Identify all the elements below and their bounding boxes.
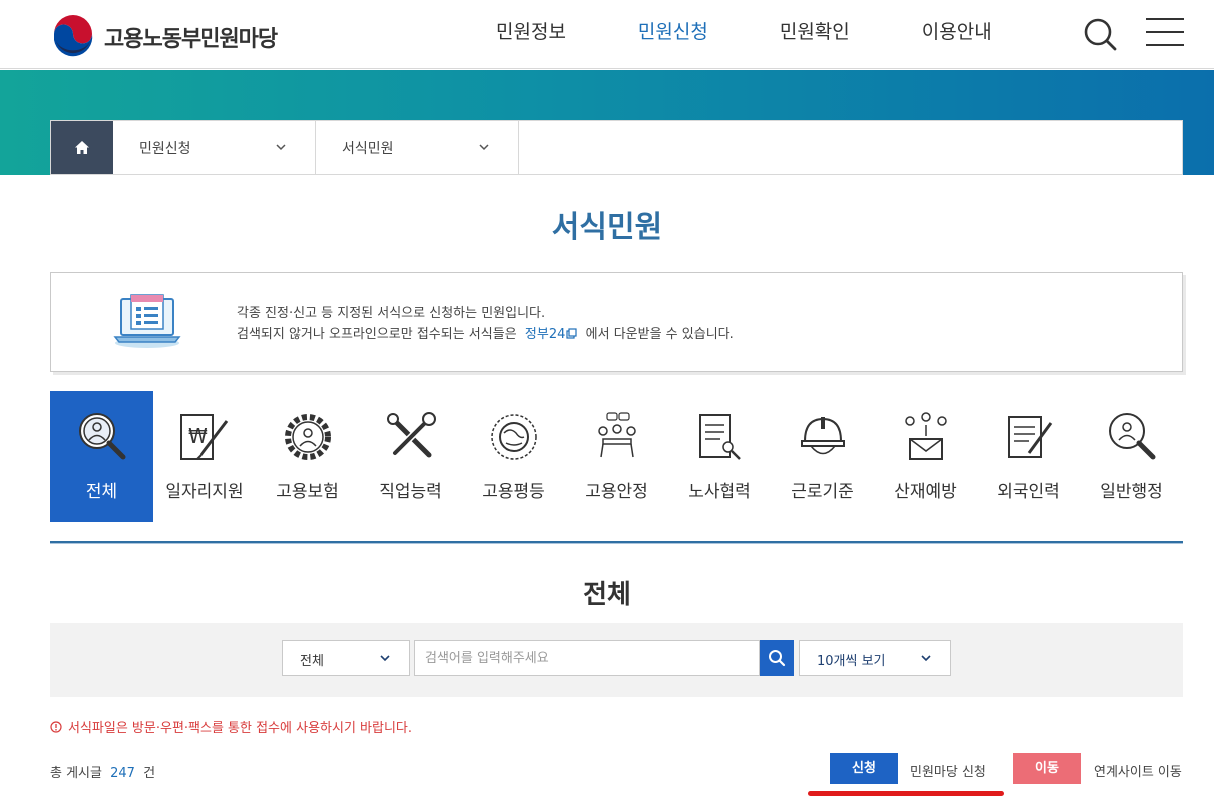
notice-message: 서식파일은 방문·우편·팩스를 통한 접수에 사용하시기 바랍니다. bbox=[50, 717, 412, 736]
gear-person-icon bbox=[285, 414, 331, 460]
chevron-down-icon bbox=[921, 655, 931, 662]
category-label: 고용안정 bbox=[585, 482, 648, 502]
breadcrumb: 민원신청 서식민원 bbox=[50, 120, 1183, 175]
search-icon[interactable] bbox=[1080, 14, 1120, 54]
gov24-link[interactable]: 정부24 bbox=[525, 327, 577, 342]
laptop-form-icon bbox=[113, 294, 181, 348]
category-label: 외국인력 bbox=[997, 482, 1060, 502]
meeting-icon bbox=[598, 412, 636, 458]
category-label: 산재예방 bbox=[894, 482, 957, 502]
form-pen-icon bbox=[1008, 416, 1053, 458]
category-tab-employment-insurance[interactable]: 고용보험 bbox=[256, 391, 359, 522]
nav-info[interactable]: 민원정보 bbox=[460, 0, 602, 68]
breadcrumb-level1-select[interactable]: 민원신청 bbox=[113, 121, 316, 174]
category-label: 근로기준 bbox=[791, 482, 854, 502]
gov24-link-label: 정부24 bbox=[524, 327, 566, 342]
document-pen-icon bbox=[699, 414, 741, 460]
logo-text: 고용노동부민원마당 bbox=[104, 27, 278, 52]
info-line-2-suffix: 에서 다운받을 수 있습니다. bbox=[585, 327, 734, 342]
category-label: 직업능력 bbox=[379, 482, 442, 502]
chevron-down-icon bbox=[479, 144, 489, 151]
search-scope-select[interactable]: 전체 bbox=[282, 640, 410, 676]
taegeuk-logo-icon bbox=[51, 15, 95, 59]
search-input[interactable] bbox=[414, 640, 760, 676]
section-divider bbox=[50, 541, 1183, 544]
category-label: 고용보험 bbox=[276, 482, 339, 502]
legend-move-desc: 연계사이트 이동 bbox=[1094, 765, 1182, 780]
legend-apply-desc: 민원마당 신청 bbox=[910, 765, 986, 780]
legend-move-badge: 이동 bbox=[1013, 753, 1081, 784]
page-size-select[interactable]: 10개씩 보기 bbox=[799, 640, 951, 676]
total-prefix: 총 게시글 bbox=[50, 766, 102, 781]
search-scope-value: 전체 bbox=[300, 654, 324, 669]
page-size-value: 10개씩 보기 bbox=[817, 654, 886, 669]
category-tab-labor-cooperation[interactable]: 노사협력 bbox=[668, 391, 771, 522]
search-area: 전체 10개씩 보기 bbox=[50, 623, 1183, 697]
alert-circle-icon bbox=[50, 720, 62, 733]
nav-check[interactable]: 민원확인 bbox=[744, 0, 886, 68]
breadcrumb-level1-label: 민원신청 bbox=[139, 141, 191, 157]
chevron-down-icon bbox=[276, 144, 286, 151]
legend-apply-badge: 신청 bbox=[830, 753, 898, 784]
info-line-2-prefix: 검색되지 않거나 오프라인으로만 접수되는 서식들은 bbox=[237, 327, 517, 342]
page-title: 서식민원 bbox=[551, 210, 663, 245]
total-count-value: 247 bbox=[110, 766, 135, 781]
category-tab-general-admin[interactable]: 일반행정 bbox=[1080, 391, 1183, 522]
site-header: 고용노동부민원마당 민원정보 민원신청 민원확인 이용안내 bbox=[0, 0, 1214, 69]
main-nav: 민원정보 민원신청 민원확인 이용안내 bbox=[460, 0, 1028, 68]
cycle-globe-icon bbox=[491, 414, 537, 460]
category-tab-job-support[interactable]: ₩ 일자리지원 bbox=[153, 391, 256, 522]
search-submit-button[interactable] bbox=[760, 640, 794, 676]
category-label: 일자리지원 bbox=[165, 482, 244, 502]
total-count: 총 게시글 247 건 bbox=[50, 762, 155, 781]
search-person-icon bbox=[79, 413, 126, 460]
svg-text:₩: ₩ bbox=[188, 424, 208, 448]
breadcrumb-level2-select[interactable]: 서식민원 bbox=[316, 121, 519, 174]
chevron-down-icon bbox=[380, 655, 390, 662]
hamburger-menu-icon[interactable] bbox=[1146, 18, 1184, 48]
nav-apply[interactable]: 민원신청 bbox=[602, 0, 744, 68]
category-label: 전체 bbox=[85, 482, 118, 502]
category-tab-employment-stability[interactable]: 고용안정 bbox=[565, 391, 668, 522]
tools-icon bbox=[387, 412, 436, 458]
helmet-icon bbox=[801, 417, 845, 455]
category-label: 고용평등 bbox=[482, 482, 545, 502]
magnifier-person-icon bbox=[1109, 413, 1156, 460]
total-suffix: 건 bbox=[143, 766, 156, 781]
category-tab-foreign-workforce[interactable]: 외국인력 bbox=[977, 391, 1080, 522]
home-icon bbox=[75, 141, 89, 154]
breadcrumb-level2-label: 서식민원 bbox=[342, 141, 394, 157]
info-line-1: 각종 진정·신고 등 지정된 서식으로 신청하는 민원입니다. bbox=[237, 306, 546, 321]
document-won-icon: ₩ bbox=[180, 414, 229, 460]
category-tabs: 전체 ₩ 일자리지원 고용보험 직업능력 고용평등 고용안정 노사협력 근로기준… bbox=[50, 391, 1183, 522]
highlight-underline bbox=[808, 791, 1004, 796]
info-line-2: 검색되지 않거나 오프라인으로만 접수되는 서식들은 정부24 에서 다운받을 … bbox=[237, 324, 734, 345]
category-tab-accident-prevention[interactable]: 산재예방 bbox=[874, 391, 977, 522]
search-icon bbox=[769, 650, 786, 667]
category-label: 노사협력 bbox=[688, 482, 751, 502]
notice-text: 서식파일은 방문·우편·팩스를 통한 접수에 사용하시기 바랍니다. bbox=[68, 721, 413, 736]
category-label: 일반행정 bbox=[1100, 482, 1163, 502]
nav-guide[interactable]: 이용안내 bbox=[886, 0, 1028, 68]
category-tab-all[interactable]: 전체 bbox=[50, 391, 153, 522]
site-logo[interactable]: 고용노동부민원마당 bbox=[50, 14, 278, 60]
section-title: 전체 bbox=[583, 580, 631, 610]
info-text: 각종 진정·신고 등 지정된 서식으로 신청하는 민원입니다. 검색되지 않거나… bbox=[237, 303, 734, 345]
category-tab-labor-standards[interactable]: 근로기준 bbox=[771, 391, 874, 522]
category-tab-employment-equality[interactable]: 고용평등 bbox=[462, 391, 565, 522]
breadcrumb-home[interactable] bbox=[51, 121, 113, 174]
category-tab-vocational-skill[interactable]: 직업능력 bbox=[359, 391, 462, 522]
external-link-icon bbox=[566, 328, 577, 339]
info-box: 각종 진정·신고 등 지정된 서식으로 신청하는 민원입니다. 검색되지 않거나… bbox=[50, 272, 1183, 372]
people-mail-icon bbox=[905, 412, 947, 460]
